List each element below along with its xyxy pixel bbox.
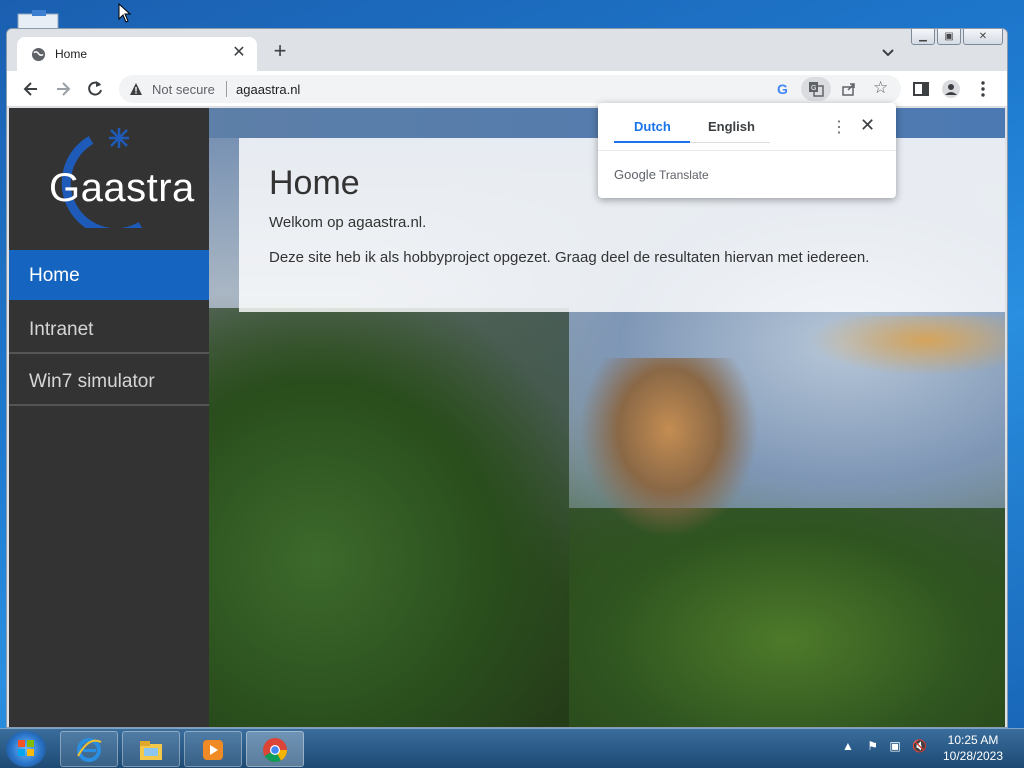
warning-icon[interactable] [129, 82, 143, 96]
translate-icon: G [809, 82, 824, 97]
volume-muted-icon[interactable]: 🔇 [912, 739, 927, 753]
welcome-text: Welkom op agaastra.nl. [269, 214, 427, 231]
brand-translate: Translate [659, 168, 709, 182]
reload-icon[interactable] [85, 79, 105, 99]
system-tray: ▲ ⚑ ▣ 🔇 [842, 739, 927, 753]
tab-english[interactable]: English [708, 119, 755, 134]
address-bar[interactable]: Not secure agaastra.nl G G ☆ [119, 75, 901, 103]
web-page: Gaastra Home Intranet Win7 simulator Hom… [9, 108, 1005, 727]
divider [226, 81, 227, 97]
brand-google: Google [614, 167, 656, 182]
site-logo[interactable]: Gaastra [31, 118, 194, 238]
taskbar-media-player[interactable] [184, 731, 242, 767]
active-tab-indicator [614, 141, 690, 143]
sidebar: Gaastra Home Intranet Win7 simulator [9, 108, 225, 727]
browser-toolbar: Not secure agaastra.nl G G ☆ [7, 71, 1007, 107]
divider [690, 142, 770, 143]
translate-button[interactable]: G [801, 77, 831, 101]
tab-dutch[interactable]: Dutch [634, 119, 671, 134]
sidebar-item-label: Home [29, 265, 80, 286]
windows-logo-icon [18, 740, 34, 756]
url-text[interactable]: agaastra.nl [236, 82, 300, 97]
chevron-down-icon[interactable] [879, 43, 897, 61]
network-icon[interactable]: ▣ [889, 739, 900, 753]
tab-title: Home [55, 47, 88, 61]
close-tab-icon[interactable]: ✕ [229, 43, 249, 63]
clock-date: 10/28/2023 [942, 749, 1004, 763]
minimize-button[interactable]: ▁ [911, 29, 935, 45]
google-translate-brand: Google Translate [614, 167, 709, 182]
taskbar-ie[interactable] [60, 731, 118, 767]
rock-formation [579, 358, 759, 538]
google-g-icon[interactable]: G [777, 81, 788, 97]
mouse-cursor-icon [118, 2, 132, 28]
taskbar: ▲ ⚑ ▣ 🔇 10:25 AM 10/28/2023 [0, 728, 1024, 768]
action-center-flag-icon[interactable]: ⚑ [867, 739, 878, 753]
chrome-icon [263, 738, 287, 763]
bookmark-star-icon[interactable]: ☆ [873, 78, 888, 98]
close-window-button[interactable]: ✕ [963, 29, 1003, 45]
security-label[interactable]: Not secure [152, 82, 215, 97]
hero-background-image: Home Welkom op agaastra.nl. Deze site he… [209, 108, 1005, 727]
ridge [809, 316, 1005, 376]
page-title: Home [269, 164, 360, 202]
folder-icon [140, 741, 162, 760]
taskbar-explorer[interactable] [122, 731, 180, 767]
clock[interactable]: 10:25 AM 10/28/2023 [938, 732, 1008, 764]
sidebar-item-label: Intranet [29, 319, 94, 340]
taskbar-chrome[interactable] [246, 731, 304, 767]
new-tab-button[interactable]: + [269, 40, 291, 63]
start-button[interactable] [6, 731, 46, 767]
logo-text: Gaastra [49, 166, 195, 210]
media-player-icon [203, 740, 223, 760]
tab-home[interactable]: Home ✕ [17, 37, 257, 71]
back-icon[interactable] [21, 79, 41, 99]
more-options-icon[interactable]: ⋮ [831, 117, 847, 137]
globe-icon [31, 47, 46, 62]
intro-text: Deze site heb ik als hobbyproject opgeze… [269, 249, 870, 266]
tab-strip: Home ✕ + ▁ ▣ ✕ [7, 29, 1007, 71]
divider [598, 150, 896, 151]
profile-avatar-icon[interactable] [941, 79, 961, 99]
forward-icon[interactable] [53, 79, 73, 99]
maximize-button[interactable]: ▣ [937, 29, 961, 45]
sidebar-item-home[interactable]: Home [9, 250, 225, 300]
sidebar-item-win7-simulator[interactable]: Win7 simulator [9, 356, 209, 406]
menu-kebab-icon[interactable] [973, 79, 993, 99]
sidebar-item-label: Win7 simulator [29, 371, 155, 392]
forest-left [209, 308, 569, 727]
close-icon[interactable]: ✕ [860, 115, 875, 136]
side-panel-icon[interactable] [911, 79, 931, 99]
share-icon[interactable] [841, 81, 857, 97]
forest-right [569, 508, 1005, 727]
svg-text:G: G [811, 85, 816, 92]
show-hidden-icons-icon[interactable]: ▲ [842, 739, 854, 753]
translate-popup: Dutch English ⋮ ✕ Google Translate [598, 103, 896, 198]
internet-explorer-icon [77, 738, 102, 762]
sidebar-item-intranet[interactable]: Intranet [9, 304, 225, 354]
clock-time: 10:25 AM [947, 733, 999, 747]
